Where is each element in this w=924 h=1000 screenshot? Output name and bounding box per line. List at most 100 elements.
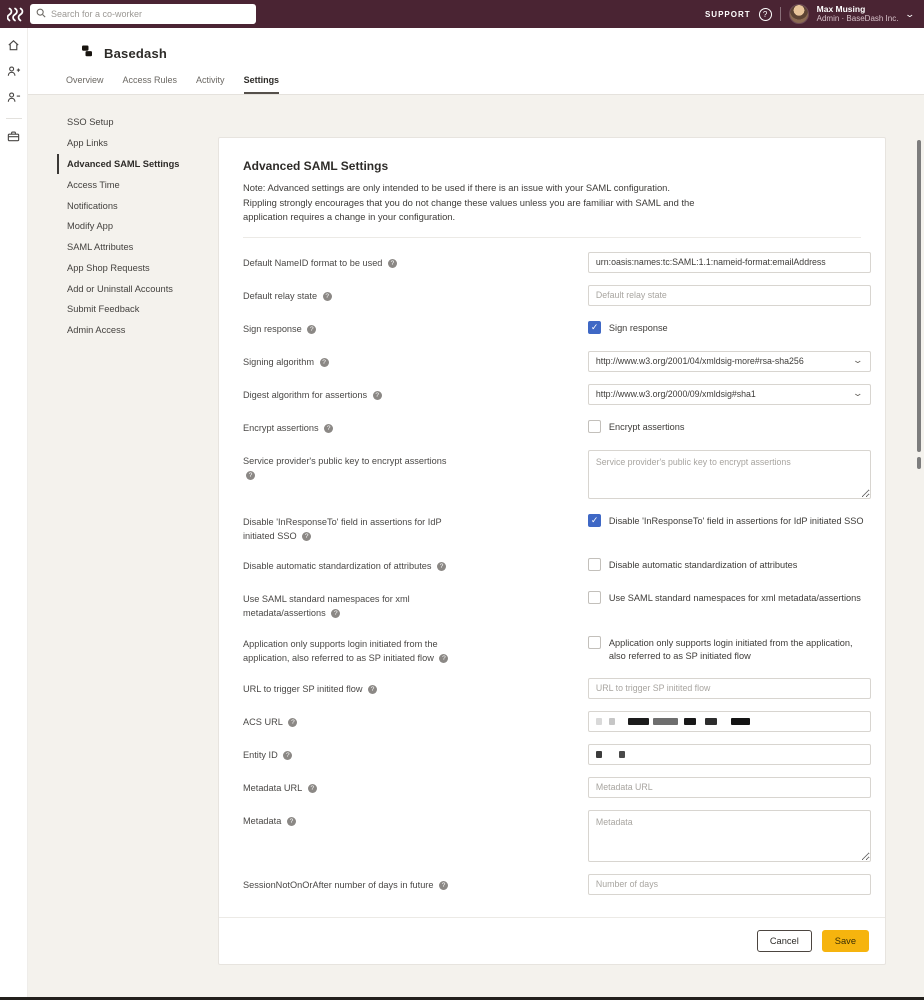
sp-flow-url-input[interactable] [588,678,871,699]
redacted-block [596,718,602,725]
sign-response-checkbox[interactable] [588,321,601,334]
search-input[interactable] [51,9,250,19]
default-nameid-format-input[interactable] [588,252,871,273]
help-icon[interactable]: ? [246,471,255,480]
metadata-label: Metadata ? [243,810,588,829]
sidebar-item-notifications[interactable]: Notifications [57,195,222,216]
digest-algorithm-select[interactable]: http://www.w3.org/2000/09/xmldsig#sha1⌄ [588,384,871,405]
help-icon[interactable]: ? [308,784,317,793]
form-row-session-days: SessionNotOnOrAfter number of days in fu… [243,874,871,895]
help-icon[interactable]: ? [331,609,340,618]
form-row-sp-public-key: Service provider's public key to encrypt… [243,450,871,499]
form-row-metadata: Metadata ? [243,810,871,862]
sp-initiated-only-label: Application only supports login initiate… [243,633,588,666]
save-button[interactable]: Save [822,930,869,952]
sp-public-key-textarea[interactable] [588,450,871,499]
tab-bar: Overview Access Rules Activity Settings [28,75,924,94]
tab-access-rules[interactable]: Access Rules [123,75,178,94]
support-link[interactable]: SUPPORT [705,10,751,19]
page-title: Basedash [104,46,167,61]
sidebar-item-submit-feedback[interactable]: Submit Feedback [57,299,222,320]
session-days-input[interactable] [588,874,871,895]
help-icon[interactable]: ? [320,358,329,367]
chevron-down-icon: ⌄ [853,355,864,366]
sidebar-item-app-links[interactable]: App Links [57,133,222,154]
form-row-sp-flow-url: URL to trigger SP initited flow ? [243,678,871,699]
metadata-textarea[interactable] [588,810,871,862]
user-role: Admin · BaseDash Inc. [817,14,899,23]
encrypt-assertions-label: Encrypt assertions ? [243,417,588,436]
redacted-block [684,718,696,725]
digest-algorithm-value: http://www.w3.org/2000/09/xmldsig#sha1 [596,389,756,399]
sidebar-item-admin-access[interactable]: Admin Access [57,320,222,341]
help-icon[interactable]: ? [437,562,446,571]
entity-id-label: Entity ID ? [243,744,588,763]
tab-settings[interactable]: Settings [244,75,280,94]
redacted-block [628,718,649,725]
sidebar-item-modify-app[interactable]: Modify App [57,216,222,237]
user-plus-icon[interactable] [6,64,22,80]
form-row-default-relay-state: Default relay state ? [243,285,871,306]
cancel-button[interactable]: Cancel [757,930,812,952]
disable-inresponseto-checkbox[interactable] [588,514,601,527]
sign-response-checkbox-label: Sign response [609,321,668,335]
help-icon[interactable]: ? [368,685,377,694]
top-bar: SUPPORT ? Max Musing Admin · BaseDash In… [0,0,924,28]
saml-namespaces-label: Use SAML standard namespaces for xml met… [243,588,588,621]
default-relay-state-input[interactable] [588,285,871,306]
help-icon[interactable]: ? [283,751,292,760]
user-avatar[interactable] [789,4,809,24]
panel-note: Note: Advanced settings are only intende… [243,181,695,225]
chevron-down-icon[interactable]: ⌄ [905,9,916,20]
rail-divider [6,118,22,119]
help-icon[interactable]: ? [439,654,448,663]
entity-id-input-redacted[interactable] [588,744,871,765]
advanced-saml-panel: Advanced SAML Settings Note: Advanced se… [218,137,886,965]
digest-algorithm-label: Digest algorithm for assertions ? [243,384,588,403]
encrypt-assertions-checkbox[interactable] [588,420,601,433]
coworker-search[interactable] [30,4,256,24]
session-days-label: SessionNotOnOrAfter number of days in fu… [243,874,588,893]
saml-namespaces-checkbox[interactable] [588,591,601,604]
sidebar-item-app-shop-requests[interactable]: App Shop Requests [57,257,222,278]
metadata-url-input[interactable] [588,777,871,798]
encrypt-assertions-checkbox-label: Encrypt assertions [609,420,685,434]
signing-algorithm-select[interactable]: http://www.w3.org/2001/04/xmldsig-more#r… [588,351,871,372]
metadata-url-label: Metadata URL ? [243,777,588,796]
help-icon[interactable]: ? [288,718,297,727]
default-relay-state-label: Default relay state ? [243,285,588,304]
tab-activity[interactable]: Activity [196,75,225,94]
sidebar-item-add-or-uninstall-accounts[interactable]: Add or Uninstall Accounts [57,278,222,299]
sidebar-item-access-time[interactable]: Access Time [57,174,222,195]
help-icon[interactable]: ? [439,881,448,890]
settings-sidebar: SSO SetupApp LinksAdvanced SAML Settings… [57,112,222,341]
scrollbar-nub[interactable] [917,457,921,469]
tab-overview[interactable]: Overview [66,75,104,94]
user-info[interactable]: Max Musing Admin · BaseDash Inc. [817,5,899,24]
briefcase-icon[interactable] [6,129,22,145]
form-row-entity-id: Entity ID ? [243,744,871,765]
acs-url-input-redacted[interactable] [588,711,871,732]
sidebar-item-advanced-saml-settings[interactable]: Advanced SAML Settings [57,154,222,175]
help-icon[interactable]: ? [302,532,311,541]
sp-initiated-only-checkbox[interactable] [588,636,601,649]
sp-flow-url-label: URL to trigger SP initited flow ? [243,678,588,697]
home-icon[interactable] [6,38,22,54]
user-minus-icon[interactable] [6,90,22,106]
sp-public-key-label: Service provider's public key to encrypt… [243,450,588,483]
help-icon[interactable]: ? [373,391,382,400]
redacted-block [731,718,750,725]
disable-standardization-checkbox[interactable] [588,558,601,571]
scrollbar[interactable] [917,140,921,452]
left-nav-rail [0,28,28,997]
help-icon[interactable]: ? [307,325,316,334]
rippling-logo-icon[interactable] [0,7,30,22]
default-nameid-format-label: Default NameID format to be used ? [243,252,588,271]
help-icon[interactable]: ? [324,424,333,433]
help-icon[interactable]: ? [388,259,397,268]
help-icon[interactable]: ? [323,292,332,301]
help-icon[interactable]: ? [759,8,772,21]
sidebar-item-saml-attributes[interactable]: SAML Attributes [57,237,222,258]
help-icon[interactable]: ? [287,817,296,826]
sidebar-item-sso-setup[interactable]: SSO Setup [57,112,222,133]
